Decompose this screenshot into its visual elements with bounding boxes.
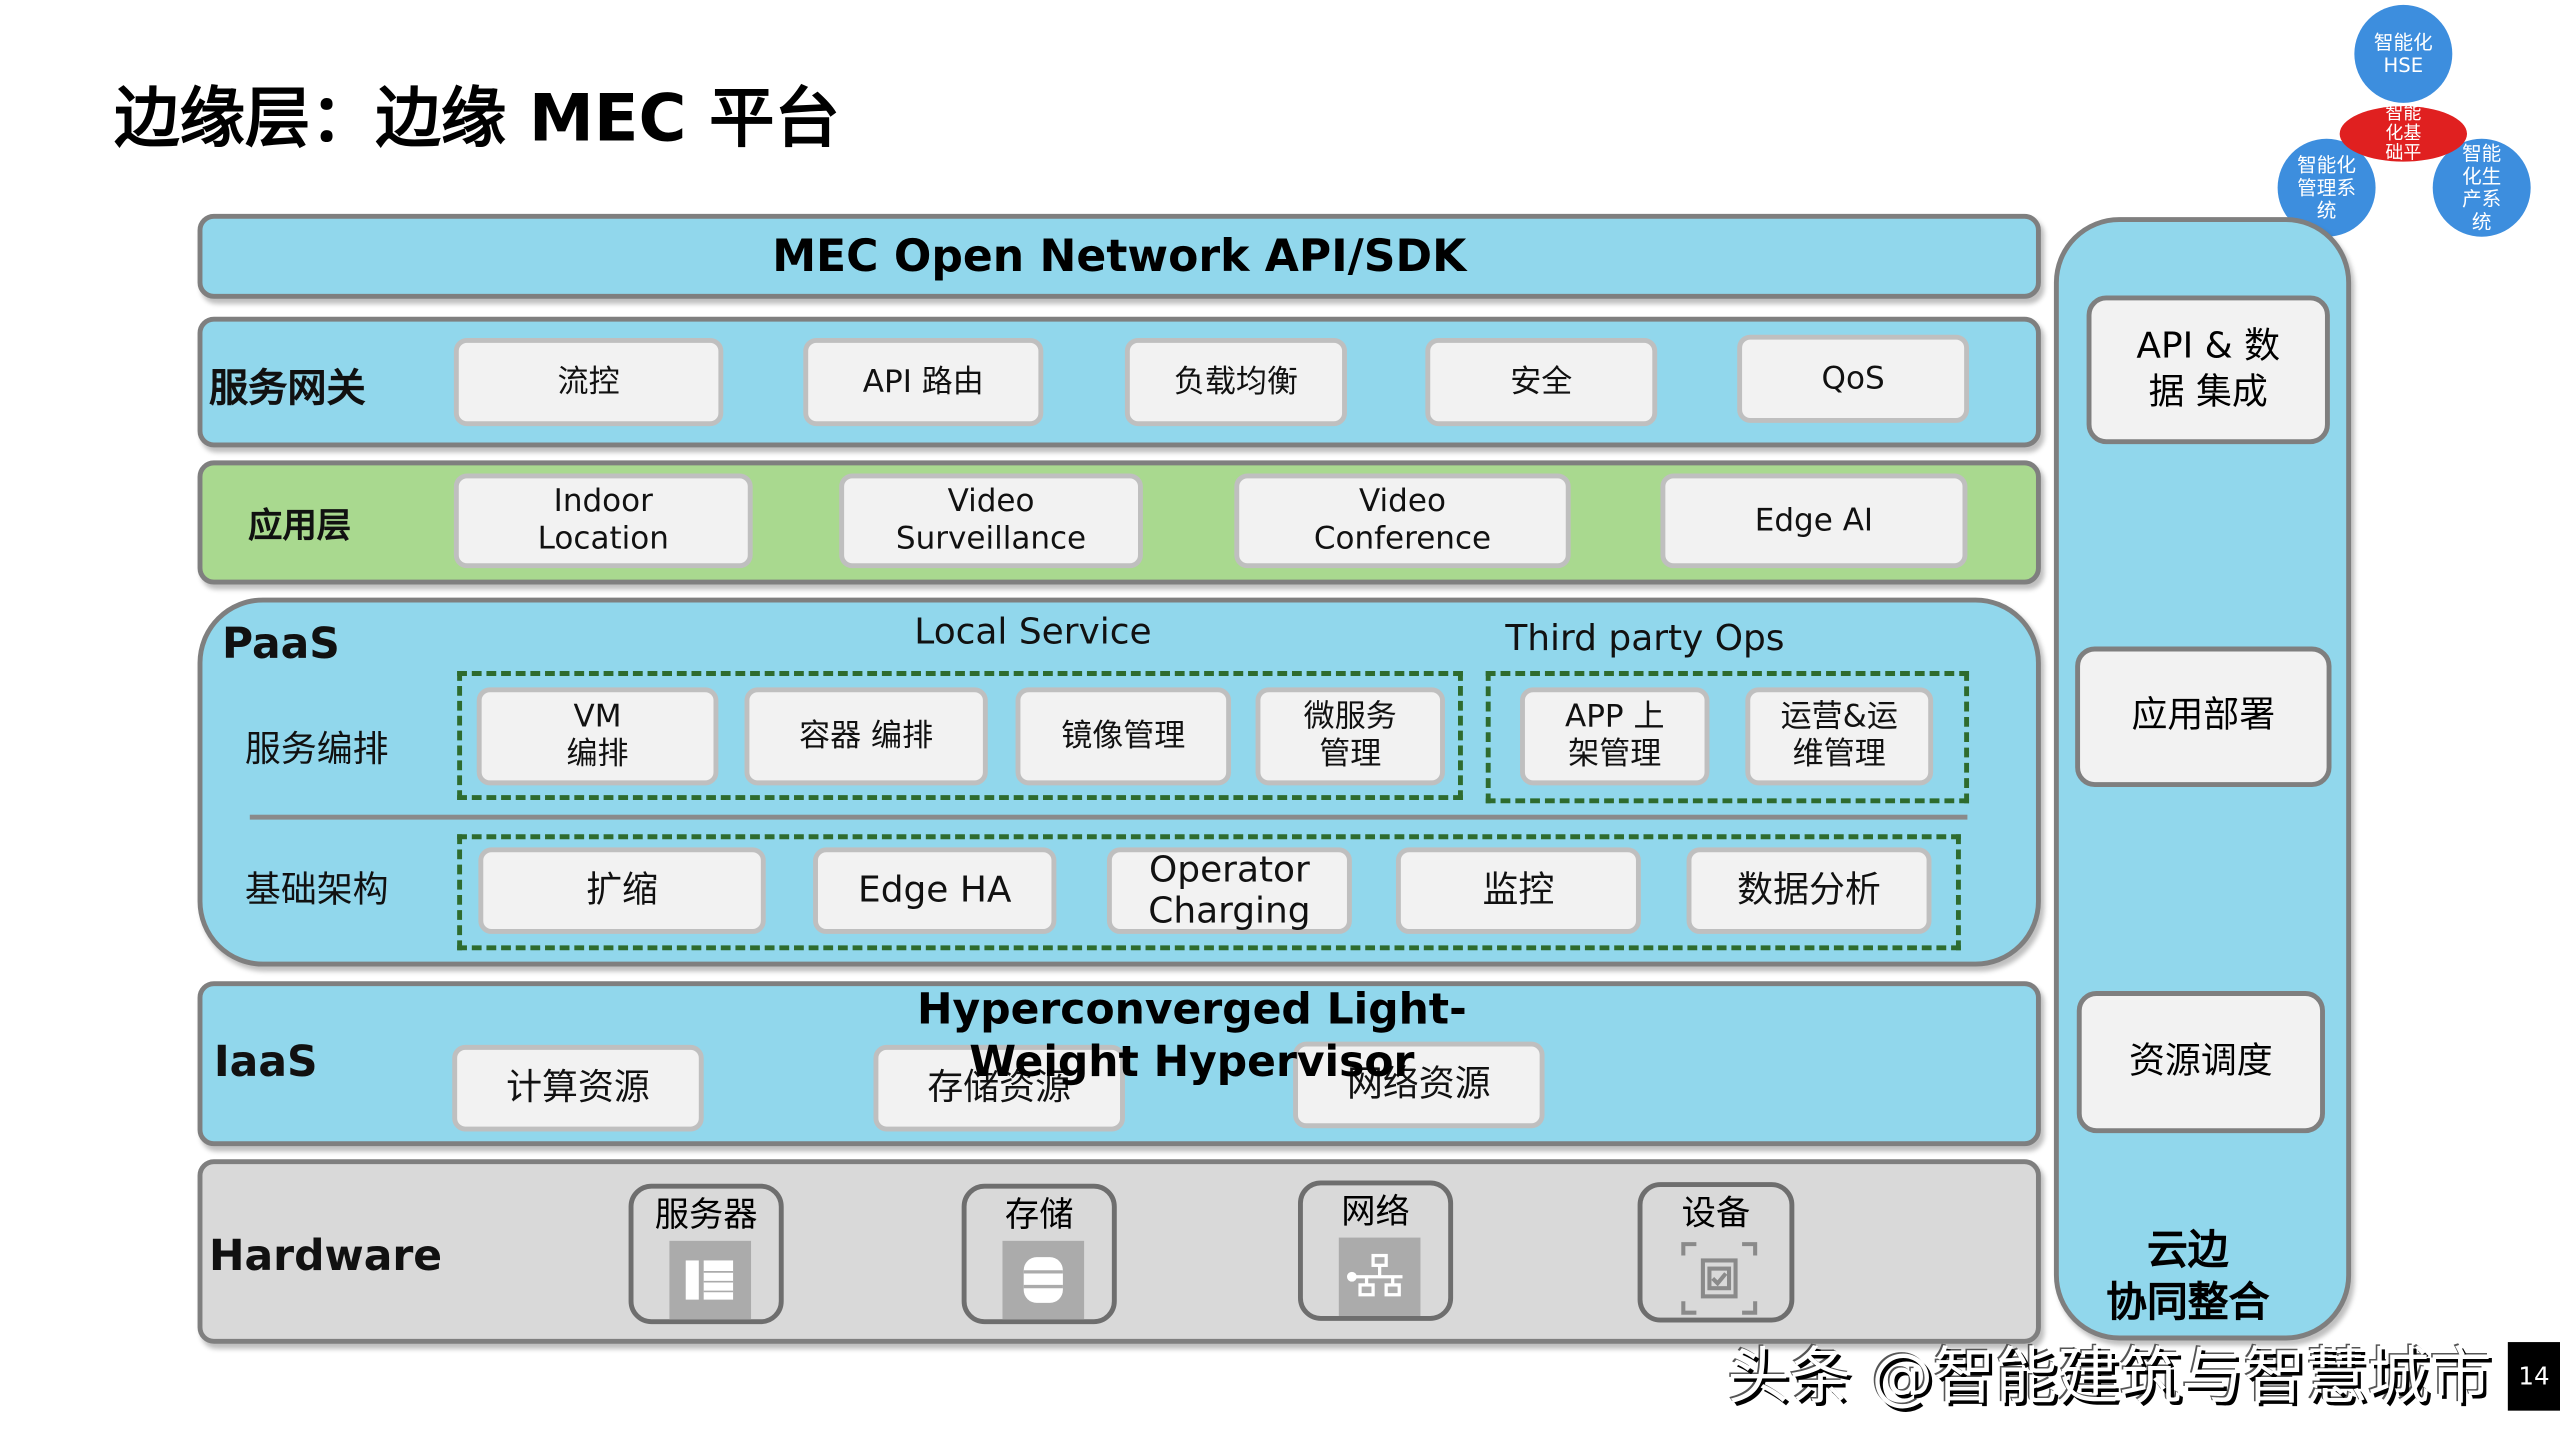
hardware-item-label: 设备 [1681, 1193, 1751, 1233]
infra-item: 数据分析 [1686, 847, 1932, 934]
app-item: Video Surveillance [839, 473, 1143, 569]
infra-item: Operator Charging [1106, 847, 1352, 934]
iaas-label: IaaS [213, 1038, 318, 1088]
paas-label: PaaS [222, 620, 340, 670]
infra-label: 基础架构 [244, 870, 389, 912]
slide: 边缘层：边缘 MEC 平台 智能化 HSE 智能化 管理系 统 智能 化生 产系… [0, 0, 2560, 1440]
chip-icon [1678, 1239, 1760, 1317]
server-icon [669, 1240, 752, 1320]
hardware-item-label: 服务器 [654, 1195, 758, 1235]
orchestration-item: 微服务 管理 [1255, 687, 1445, 786]
network-icon [1338, 1237, 1421, 1316]
infra-item: 监控 [1395, 847, 1641, 934]
infra-item: Edge HA [813, 847, 1057, 934]
cluster-top-circle: 智能化 HSE [2354, 4, 2453, 103]
right-item: API & 数 据 集成 [2086, 295, 2330, 445]
gateway-label: 服务网关 [208, 365, 366, 412]
iaas-title: Hyperconverged Light-Weight Hypervisor [916, 986, 1467, 1088]
orchestration-label: 服务编排 [244, 729, 389, 771]
database-icon [1002, 1240, 1085, 1320]
hardware-item-label: 存储 [1004, 1195, 1074, 1235]
gateway-item: 安全 [1425, 337, 1658, 427]
cluster-diagram: 智能化 HSE 智能化 管理系 统 智能 化生 产系 统 智能 化基 础平 [2269, 0, 2547, 245]
page-title: 边缘层：边缘 MEC 平台 [114, 81, 840, 157]
right-item: 资源调度 [2076, 991, 2325, 1134]
orchestration-item: VM 编排 [476, 687, 719, 786]
hardware-item-label: 网络 [1341, 1191, 1410, 1232]
hardware-item-server: 服务器 [628, 1183, 784, 1325]
orchestration-item: 容器 编排 [744, 687, 988, 786]
app-layer-label: 应用层 [248, 506, 352, 546]
app-item: Video Conference [1234, 473, 1571, 569]
paas-divider [249, 814, 1968, 820]
gateway-item: API 路由 [803, 337, 1044, 427]
gateway-item: 负载均衡 [1124, 337, 1347, 427]
orchestration-item: 镜像管理 [1015, 687, 1232, 786]
page-number: 14 [2507, 1342, 2560, 1411]
gateway-item: 流控 [453, 337, 724, 427]
cluster-center-ellipse: 智能 化基 础平 [2339, 104, 2468, 162]
infra-item: 扩缩 [478, 847, 766, 934]
iaas-item: 计算资源 [452, 1044, 704, 1132]
third-party-item: 运营&运 维管理 [1745, 687, 1934, 786]
hardware-label: Hardware [208, 1232, 443, 1282]
hardware-item-network: 网络 [1297, 1180, 1454, 1321]
third-party-item: APP 上 架管理 [1520, 687, 1710, 786]
gateway-item: QoS [1737, 334, 1970, 423]
hardware-item-device: 设备 [1637, 1182, 1795, 1323]
watermark: 头条 @智能建筑与智慧城市 [1727, 1340, 2492, 1413]
third-party-ops-label: Third party Ops [1505, 618, 1785, 660]
app-item: Edge AI [1660, 473, 1968, 569]
app-item: Indoor Location [453, 473, 753, 569]
api-sdk-bar: MEC Open Network API/SDK [197, 213, 2041, 299]
local-service-label: Local Service [914, 612, 1152, 654]
right-item: 应用部署 [2075, 646, 2332, 787]
cloud-edge-caption: 云边 协同整合 [2106, 1226, 2270, 1326]
hardware-item-storage: 存储 [961, 1183, 1117, 1325]
